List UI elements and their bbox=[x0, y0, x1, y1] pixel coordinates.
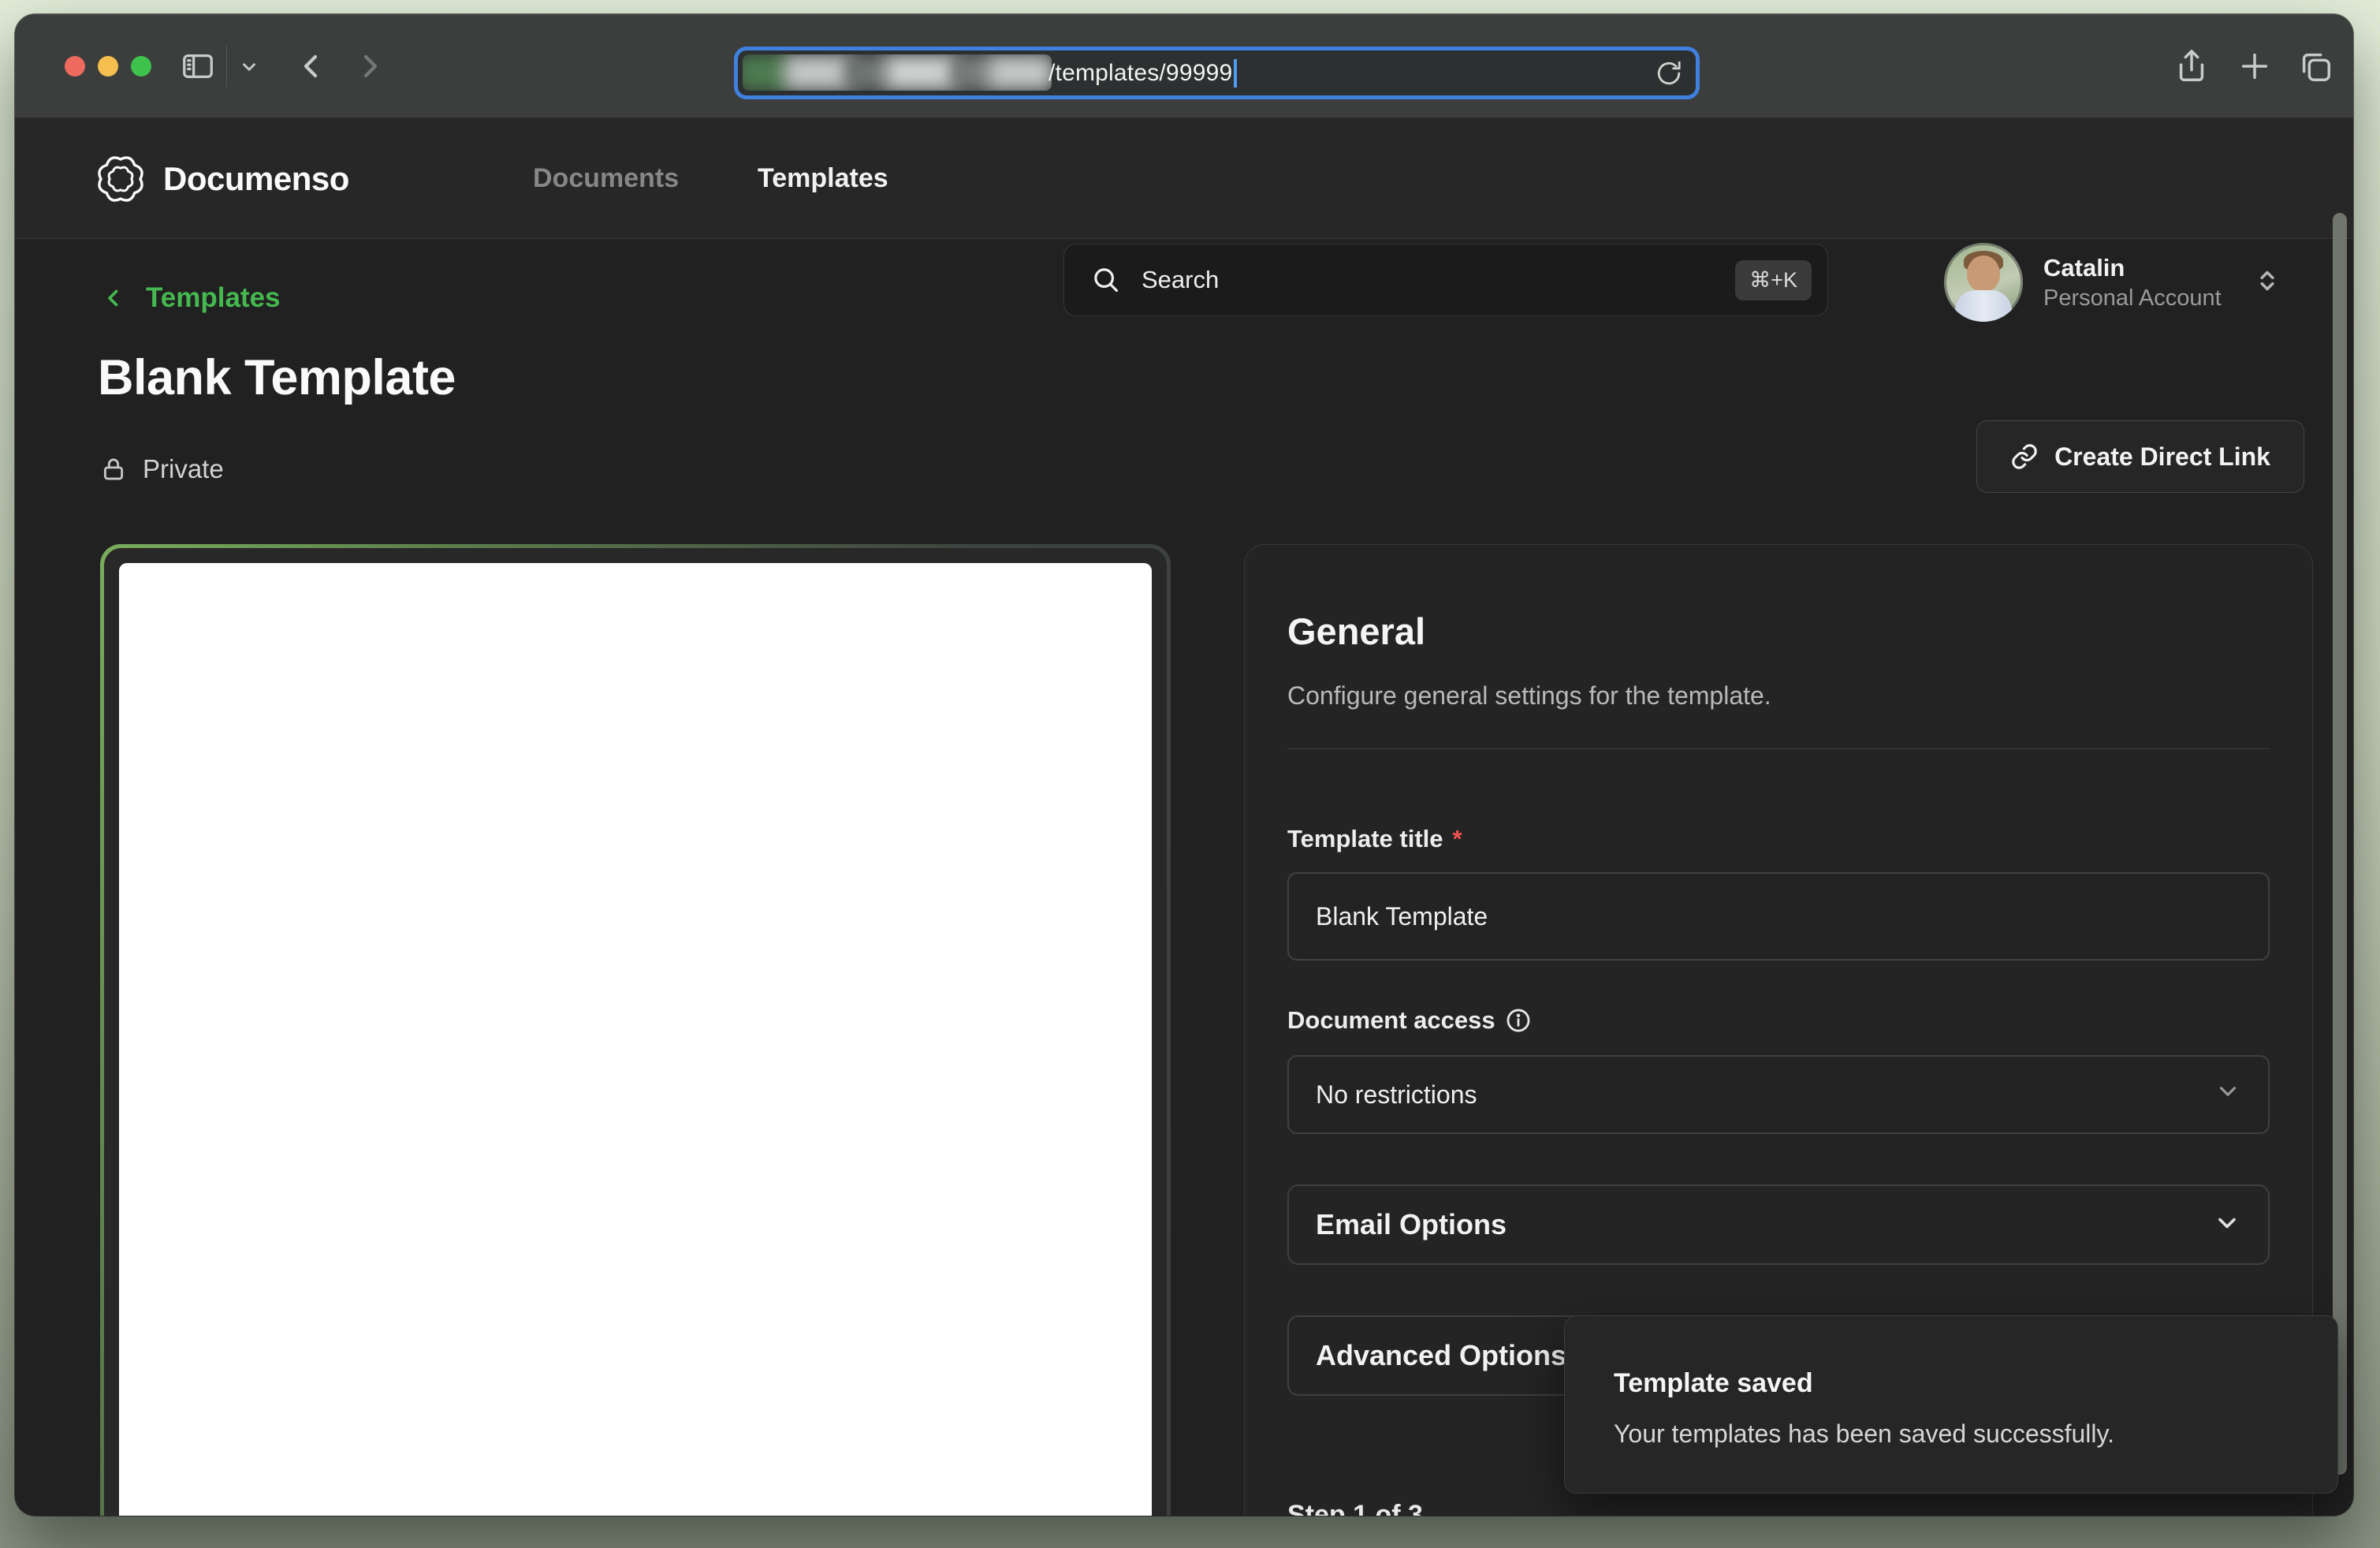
breadcrumb-templates-link[interactable]: Templates bbox=[100, 282, 281, 314]
required-asterisk: * bbox=[1453, 825, 1462, 853]
chevron-down-icon bbox=[2214, 1078, 2241, 1111]
page-scrollbar[interactable] bbox=[2333, 213, 2347, 1475]
search-placeholder: Search bbox=[1142, 266, 1715, 294]
document-preview-frame bbox=[104, 548, 1167, 1516]
chevrons-up-down-icon bbox=[2253, 264, 2281, 301]
text-cursor bbox=[1234, 59, 1237, 88]
user-account-type: Personal Account bbox=[2043, 285, 2222, 311]
avatar bbox=[1944, 243, 2023, 322]
template-title-label: Template title * bbox=[1287, 825, 2270, 853]
chevron-left-icon bbox=[100, 285, 127, 311]
url-path-text: /templates/99999 bbox=[1048, 60, 1232, 87]
document-access-select[interactable]: No restrictions bbox=[1287, 1055, 2270, 1134]
visibility-status: Private bbox=[100, 454, 224, 484]
create-direct-link-label: Create Direct Link bbox=[2054, 442, 2270, 472]
user-name: Catalin bbox=[2043, 254, 2222, 282]
toolbar-divider bbox=[226, 46, 227, 87]
document-access-value: No restrictions bbox=[1316, 1080, 1477, 1110]
page-title: Blank Template bbox=[98, 349, 456, 406]
blank-document-page[interactable] bbox=[119, 563, 1152, 1516]
toast-title: Template saved bbox=[1614, 1368, 2290, 1399]
toast-message: Your templates has been saved successful… bbox=[1614, 1419, 2290, 1449]
back-icon[interactable] bbox=[292, 47, 330, 85]
minimize-window-button[interactable] bbox=[98, 56, 118, 76]
tab-group-chevron-icon[interactable] bbox=[239, 57, 259, 77]
toast-notification: Template saved Your templates has been s… bbox=[1564, 1315, 2338, 1494]
search-shortcut-badge: ⌘+K bbox=[1735, 260, 1812, 300]
new-tab-icon[interactable] bbox=[2237, 48, 2273, 84]
lock-icon bbox=[100, 456, 127, 483]
create-direct-link-button[interactable]: Create Direct Link bbox=[1976, 420, 2304, 493]
document-access-label: Document access bbox=[1287, 1006, 2270, 1035]
browser-window: /templates/99999 bbox=[15, 14, 2353, 1516]
close-window-button[interactable] bbox=[65, 56, 85, 76]
app-header: Documenso Documents Templates Search ⌘+K bbox=[15, 118, 2353, 239]
email-options-label: Email Options bbox=[1316, 1208, 1507, 1241]
tab-overview-icon[interactable] bbox=[2296, 48, 2334, 84]
visibility-label: Private bbox=[143, 454, 224, 484]
search-icon bbox=[1091, 265, 1121, 295]
nav-item-templates[interactable]: Templates bbox=[758, 118, 888, 239]
address-bar[interactable]: /templates/99999 bbox=[734, 47, 1700, 99]
browser-toolbar: /templates/99999 bbox=[15, 14, 2353, 118]
document-preview-card bbox=[100, 544, 1171, 1516]
advanced-options-label: Advanced Options bbox=[1316, 1339, 1566, 1372]
panel-divider bbox=[1287, 748, 2270, 749]
forward-icon[interactable] bbox=[351, 47, 389, 85]
breadcrumb-label: Templates bbox=[146, 282, 281, 314]
search-input[interactable]: Search ⌘+K bbox=[1063, 244, 1828, 316]
step-indicator: Step 1 of 3 bbox=[1287, 1500, 1423, 1516]
zoom-window-button[interactable] bbox=[131, 56, 151, 76]
nav-item-documents[interactable]: Documents bbox=[533, 118, 679, 239]
brand-logo[interactable]: Documenso bbox=[95, 118, 349, 239]
link-icon bbox=[2010, 442, 2039, 471]
brand-name: Documenso bbox=[163, 160, 349, 198]
template-title-input[interactable] bbox=[1287, 872, 2270, 961]
email-options-accordion[interactable]: Email Options bbox=[1287, 1184, 2270, 1265]
account-menu[interactable]: Catalin Personal Account bbox=[1944, 243, 2281, 322]
blurred-domain bbox=[743, 54, 1052, 91]
panel-heading: General bbox=[1287, 610, 2270, 653]
sidebar-toggle-icon[interactable] bbox=[179, 48, 217, 84]
documenso-logo-icon bbox=[95, 154, 146, 204]
desktop-background: /templates/99999 bbox=[0, 0, 2380, 1548]
reload-icon[interactable] bbox=[1655, 59, 1683, 91]
chevron-down-icon bbox=[2213, 1209, 2241, 1241]
panel-description: Configure general settings for the templ… bbox=[1287, 681, 2270, 711]
info-icon[interactable] bbox=[1505, 1007, 1532, 1034]
share-icon[interactable] bbox=[2173, 47, 2210, 86]
